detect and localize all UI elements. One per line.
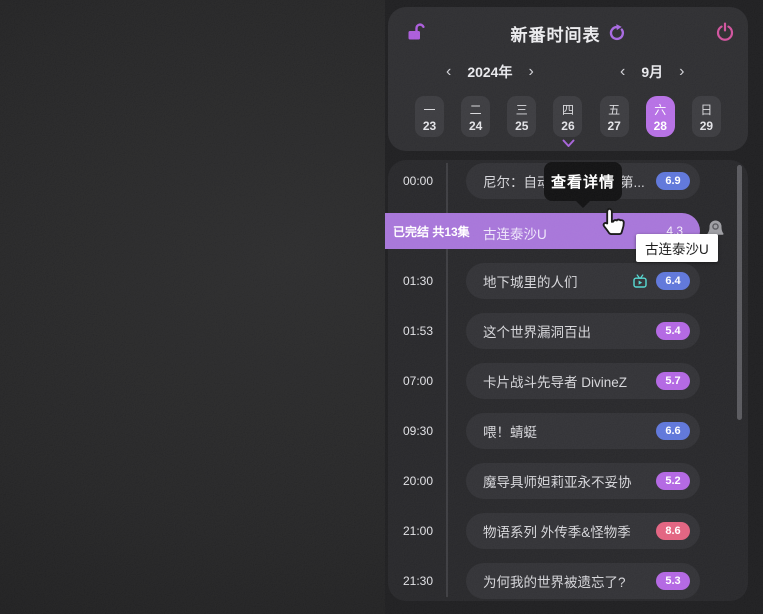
day-button-23[interactable]: 一23 [415,96,444,137]
score-badge: 5.3 [656,572,690,590]
score-badge: 6.6 [656,422,690,440]
time-label: 09:30 [394,413,442,449]
year-prev-button[interactable]: ‹ [444,62,453,82]
day-button-24[interactable]: 二24 [461,96,490,137]
show-row[interactable]: 卡片战斗先导者 DivineZ 5.7 [466,363,700,399]
weekday-label: 五 [608,101,620,118]
date-nav: ‹ 2024年 › ‹ 9月 › [388,62,748,86]
score-badge: 8.6 [656,522,690,540]
weekday-label: 三 [516,101,528,118]
month-next-button[interactable]: › [677,62,686,82]
show-title: 魔导具师妲莉亚永不妥协 [483,471,632,491]
desktop: 新番时间表 ‹ 2024年 › ‹ [0,0,763,614]
weekday-label: 六 [654,101,666,118]
header-card: 新番时间表 ‹ 2024年 › ‹ [388,7,748,151]
weekday-label: 一 [423,101,435,118]
date-label: 29 [700,119,713,133]
score-badge: 6.4 [656,272,690,290]
status-badge: 已完结 共13集 [393,223,470,240]
show-title: 为何我的世界被遗忘了? [483,571,626,591]
schedule-app: 新番时间表 ‹ 2024年 › ‹ [385,0,763,614]
show-title: 物语系列 外传季&怪物季 [483,521,631,541]
score-badge: 5.7 [656,372,690,390]
day-button-28[interactable]: 六28 [646,96,675,137]
time-label: 00:00 [394,163,442,199]
score-badge: 5.2 [656,472,690,490]
month-prev-button[interactable]: ‹ [618,62,627,82]
time-label: 21:30 [394,563,442,599]
day-button-26[interactable]: 四26 [553,96,582,137]
weekday-label: 二 [470,101,482,118]
show-row[interactable]: 地下城里的人们 6.4 [466,263,700,299]
date-label: 28 [654,119,667,133]
score-badge: 5.4 [656,322,690,340]
show-row[interactable]: 魔导具师妲莉亚永不妥协 5.2 [466,463,700,499]
time-label: 20:00 [394,463,442,499]
score-badge: 6.9 [656,172,690,190]
month-value: 9月 [641,62,663,82]
header-top: 新番时间表 [388,19,748,47]
page-title: 新番时间表 [511,21,601,46]
show-title: 地下城里的人们 [483,271,578,291]
show-title: 尼尔：自动 [483,171,551,191]
time-label: 01:30 [394,263,442,299]
title-wrap: 新番时间表 [388,19,748,47]
date-label: 24 [469,119,482,133]
show-row[interactable]: 喂！蜻蜓 6.6 [466,413,700,449]
action-tooltip: 查看详情 [544,162,622,201]
date-label: 27 [607,119,620,133]
scrollbar[interactable] [737,165,742,420]
day-button-25[interactable]: 三25 [507,96,536,137]
time-label: 07:00 [394,363,442,399]
year-next-button[interactable]: › [526,62,535,82]
show-title: 卡片战斗先导者 DivineZ [483,371,627,391]
date-label: 23 [423,119,436,133]
time-label: 01:53 [394,313,442,349]
weekday-strip: 一23 二24 三25 四26 五27 六28 日29 [388,96,748,137]
tv-icon [632,273,648,289]
year-value: 2024年 [467,62,512,82]
year-nav: ‹ 2024年 › [444,62,536,82]
show-title-truncated: 第... [620,171,645,191]
month-nav: ‹ 9月 › [618,62,686,82]
schedule-list: 00:00尼尔：自动第...6.9已完结 共13集古连泰沙U4.301:30地下… [388,160,748,601]
show-title: 古连泰沙U [483,223,547,243]
day-button-29[interactable]: 日29 [692,96,721,137]
show-row[interactable]: 为何我的世界被遗忘了? 5.3 [466,563,700,599]
date-label: 26 [561,119,574,133]
weekday-label: 日 [700,101,712,118]
weekday-label: 四 [562,101,574,118]
show-row[interactable]: 这个世界漏洞百出 5.4 [466,313,700,349]
hover-tooltip: 古连泰沙U [636,234,718,262]
chevron-down-icon[interactable] [562,139,575,148]
day-button-27[interactable]: 五27 [600,96,629,137]
show-title: 这个世界漏洞百出 [483,321,591,341]
power-icon[interactable] [715,22,735,42]
date-label: 25 [515,119,528,133]
refresh-icon[interactable] [608,24,626,42]
time-label: 21:00 [394,513,442,549]
show-title: 喂！蜻蜓 [483,421,537,441]
show-row[interactable]: 物语系列 外传季&怪物季 8.6 [466,513,700,549]
